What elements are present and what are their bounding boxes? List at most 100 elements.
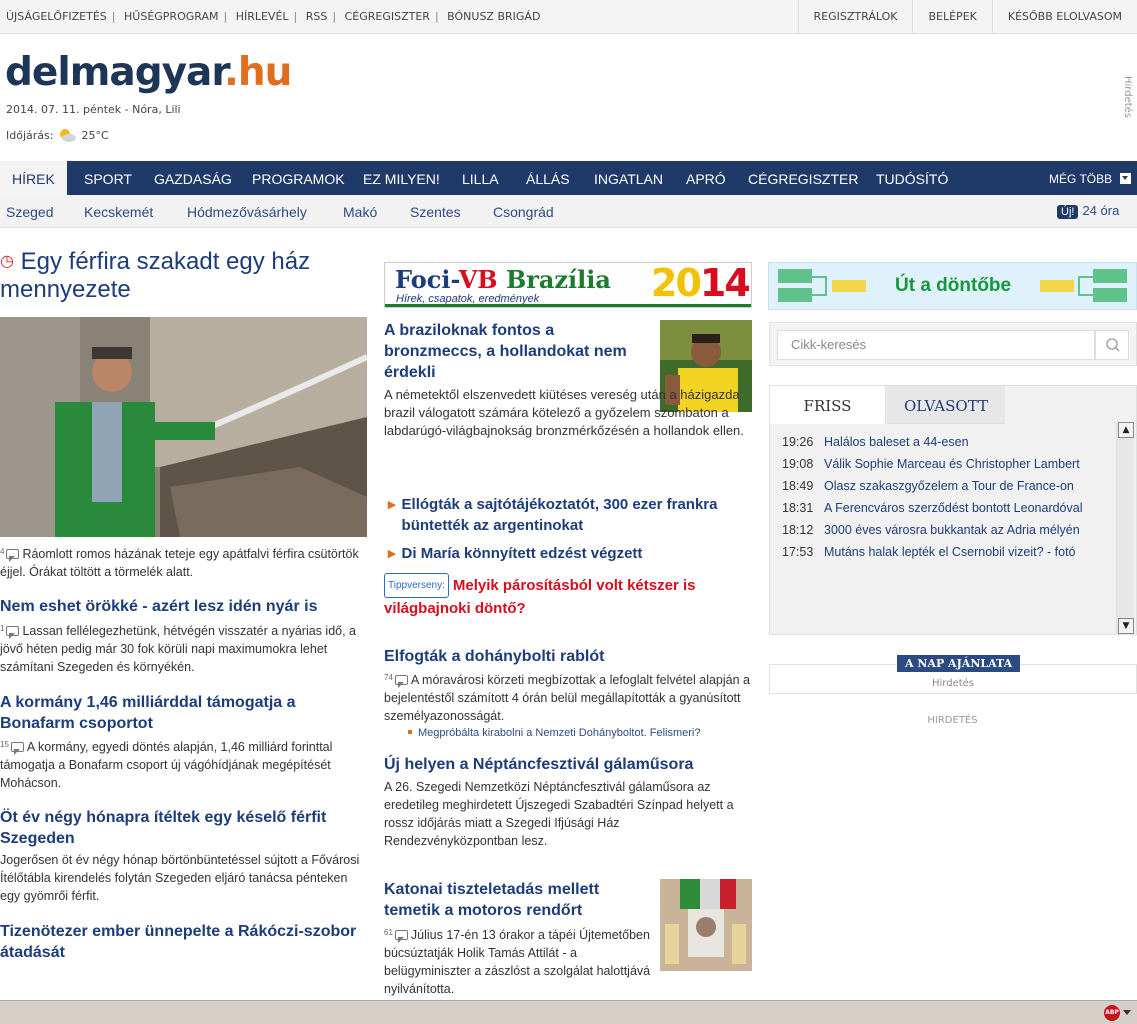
lead-headline[interactable]: ◷ Egy férfira szakadt egy ház mennyezete	[0, 248, 370, 304]
nav-gazdasag[interactable]: GAZDASÁG	[154, 161, 232, 195]
new-badge: Új!	[1057, 205, 1079, 219]
ad-label-vertical: Hirdetés	[1122, 76, 1133, 119]
daily-offer-box: A NAP AJÁNLATA Hirdetés	[769, 655, 1137, 694]
article-katonai: Katonai tiszteletadás mellett temetik a …	[384, 879, 652, 998]
ad-label: Hirdetés	[931, 678, 975, 689]
search-button[interactable]	[1095, 330, 1129, 360]
clock-icon: ◷	[0, 253, 14, 270]
top-links: ÚJSÁGELŐFIZETÉS | HŰSÉGPROGRAM | HÍRLEVÉL |…	[6, 10, 541, 23]
article-sublink[interactable]: Megpróbálta kirabolni a Nemzeti Dohánybo…	[384, 727, 752, 739]
main-navigation: HÍREK SPORT GAZDASÁG PROGRAMOK EZ MILYEN…	[0, 161, 1137, 195]
tab-olvasott[interactable]: OLVASOTT	[887, 386, 1005, 424]
scroll-down-icon[interactable]: ▼	[1118, 618, 1134, 634]
top-link-rss[interactable]: RSS	[306, 10, 328, 23]
related-links: ▸ Ellógták a sajtótájékoztatót, 300 ezer …	[388, 494, 752, 564]
left-column: ◷ Egy férfira szakadt egy ház mennyezete…	[0, 248, 370, 963]
search-input[interactable]: Cikk-keresés	[777, 330, 1095, 360]
article-title[interactable]: Elfogták a dohánybolti rablót	[384, 646, 752, 667]
temperature: 25°C	[81, 128, 109, 142]
login-link[interactable]: BELÉPEK	[912, 0, 991, 34]
world-cup-banner[interactable]: Foci-VB Brazília Hírek, csapatok, eredmé…	[384, 262, 752, 308]
comment-icon	[6, 549, 20, 562]
news-scrollbar[interactable]: ▲ ▼	[1116, 422, 1134, 634]
site-logo[interactable]: delmagyar.hu	[5, 50, 292, 95]
arrow-icon: ▸	[388, 545, 396, 562]
article-title[interactable]: Új helyen a Néptáncfesztivál gálaműsora	[384, 754, 752, 775]
tipp-block[interactable]: Tippverseny: Melyik párosításból volt két…	[384, 573, 752, 619]
ad-label: HIRDETÉS	[927, 715, 978, 726]
article-summary: 15 A kormány, egyedi döntés alapján, 1,46…	[0, 740, 333, 790]
dropdown-arrow-icon	[1120, 173, 1132, 184]
middle-lead: A braziloknak fontos a bronzmeccs, a hol…	[384, 320, 654, 383]
nav-lilla[interactable]: LILLA	[462, 161, 499, 195]
adblock-icon[interactable]: ABP	[1104, 1005, 1120, 1021]
top-link-bonus[interactable]: BÓNUSZ BRIGÁD	[447, 10, 540, 23]
article-title[interactable]: Katonai tiszteletadás mellett temetik a …	[384, 879, 652, 921]
city-szeged[interactable]: Szeged	[6, 204, 53, 220]
article-summary: 74 A móravárosi körzeti megbízottak a lef…	[384, 673, 750, 723]
article-summary: 61 Július 17-én 13 órakor a tápéi Újtemet…	[384, 928, 651, 996]
related-link[interactable]: ▸ Ellógták a sajtótájékoztatót, 300 ezer …	[388, 494, 752, 536]
city-hodmezovasarhely[interactable]: Hódmezővásárhely	[187, 204, 307, 220]
list-item[interactable]: 17:53 Mutáns halak lepték el Csernobil vi…	[782, 544, 1112, 560]
list-item[interactable]: 18:31 A Ferencváros szerződést bontott Le…	[782, 500, 1112, 516]
article-title[interactable]: Tizenötezer ember ünnepelte a Rákóczi-sz…	[0, 921, 370, 963]
city-csongrad[interactable]: Csongrád	[493, 204, 554, 220]
comment-icon	[394, 675, 408, 688]
nav-more-button[interactable]: MÉG TÖBB	[1049, 161, 1132, 195]
24h-news-link[interactable]: Új! 24 óra	[1057, 203, 1119, 219]
nav-allas[interactable]: ÁLLÁS	[526, 161, 570, 195]
top-link-registry[interactable]: CÉGREGISZTER	[345, 10, 430, 23]
list-item[interactable]: 18:49 Olasz szakaszgyőzelem a Tour de Fra…	[782, 478, 1112, 494]
list-item[interactable]: 19:26 Halálos baleset a 44-esen	[782, 434, 1112, 450]
partly-cloudy-icon	[57, 127, 77, 143]
lead-photo[interactable]	[0, 317, 367, 537]
middle-lead-title[interactable]: A braziloknak fontos a bronzmeccs, a hol…	[384, 320, 654, 383]
memorial-photo[interactable]	[660, 879, 752, 971]
tipp-badge: Tippverseny:	[384, 573, 449, 598]
city-kecskemet[interactable]: Kecskemét	[84, 204, 153, 220]
nav-apro[interactable]: APRÓ	[686, 161, 726, 195]
nav-tudosito[interactable]: TUDÓSÍTÓ	[876, 161, 948, 195]
article-title[interactable]: A kormány 1,46 milliárddal támogatja a B…	[0, 692, 370, 734]
news-tabs-panel: FRISS OLVASOTT 19:26 Halálos baleset a 44…	[769, 385, 1137, 635]
city-szentes[interactable]: Szentes	[410, 204, 461, 220]
current-date: 2014. 07. 11. péntek - Nóra, Lili	[6, 103, 181, 116]
nav-programok[interactable]: PROGRAMOK	[252, 161, 345, 195]
top-link-loyalty[interactable]: HŰSÉGPROGRAM	[124, 10, 218, 23]
lead-summary: 4 Ráomlott romos házának teteje egy apátf…	[0, 547, 359, 579]
article-title[interactable]: Öt év négy hónapra ítéltek egy késelő fé…	[0, 807, 370, 849]
article-summary: 1 Lassan fellélegezhetünk, hétvégén vissz…	[0, 624, 356, 674]
list-item[interactable]: 19:08 Válik Sophie Marceau és Christopher…	[782, 456, 1112, 472]
read-later-link[interactable]: KÉSŐBB ELOLVASOM	[991, 0, 1137, 34]
tab-friss[interactable]: FRISS	[770, 386, 886, 424]
nav-sport[interactable]: SPORT	[84, 161, 132, 195]
top-link-subscription[interactable]: ÚJSÁGELŐFIZETÉS	[6, 10, 107, 23]
top-utility-bar: ÚJSÁGELŐFIZETÉS | HŰSÉGPROGRAM | HÍRLEVÉL |…	[0, 0, 1137, 34]
nav-ez-milyen[interactable]: EZ MILYEN!	[363, 161, 440, 195]
middle-articles: Elfogták a dohánybolti rablót 74 A móravá…	[384, 646, 752, 850]
fresh-news-list: 19:26 Halálos baleset a 44-esen 19:08 Váli…	[782, 434, 1112, 566]
nav-hirek[interactable]: HÍREK	[0, 161, 67, 195]
related-link[interactable]: ▸ Di María könnyített edzést végzett	[388, 543, 752, 564]
article-summary: A 26. Szegedi Nemzetközi Néptáncfesztivá…	[384, 780, 734, 848]
daily-offer-label: A NAP AJÁNLATA	[897, 655, 1021, 672]
register-link[interactable]: REGISZTRÁLOK	[797, 0, 913, 34]
list-item[interactable]: 18:12 3000 éves városra bukkantak az Adri…	[782, 522, 1112, 538]
city-navigation: Szeged Kecskemét Hódmezővásárhely Makó S…	[0, 195, 1137, 228]
scroll-up-icon[interactable]: ▲	[1118, 422, 1134, 438]
dropdown-arrow-icon[interactable]	[1123, 1010, 1131, 1019]
weather-label: Időjárás:	[6, 128, 54, 142]
comment-icon	[6, 626, 20, 639]
article-search: Cikk-keresés	[769, 322, 1137, 366]
city-mako[interactable]: Makó	[343, 204, 377, 220]
weather-widget[interactable]: Időjárás: 25°C	[6, 127, 109, 143]
nav-cegregiszter[interactable]: CÉGREGISZTER	[748, 161, 858, 195]
arrow-icon: ▸	[388, 496, 396, 513]
top-link-newsletter[interactable]: HÍRLEVÉL	[236, 10, 289, 23]
article-title[interactable]: Nem eshet örökké - azért lesz idén nyár …	[0, 596, 370, 617]
road-to-final-banner[interactable]: Út a döntőbe	[768, 262, 1137, 310]
bullet-icon	[408, 730, 412, 734]
nav-ingatlan[interactable]: INGATLAN	[594, 161, 663, 195]
comment-icon	[394, 930, 408, 943]
